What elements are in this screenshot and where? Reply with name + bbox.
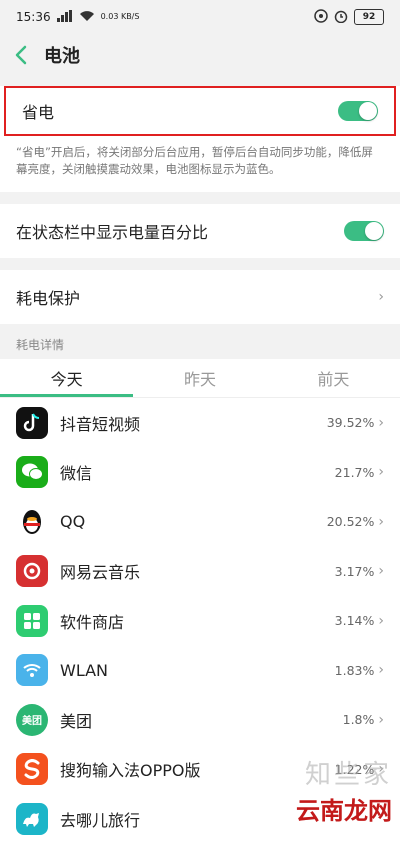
page-title: 电池 [44, 46, 80, 67]
watermark: 知些家 云南龙网 [296, 754, 392, 826]
tab-today[interactable]: 今天 [0, 359, 134, 397]
alarm-icon [314, 8, 328, 26]
status-bar: 15:36 0.03 KB/S 92 [0, 0, 400, 34]
day-tabs: 今天 昨天 前天 [0, 359, 400, 398]
list-item[interactable]: QQ 20.52% › [0, 497, 400, 547]
chevron-right-icon: › [378, 513, 384, 530]
back-arrow-icon[interactable] [14, 44, 36, 66]
list-item[interactable]: 抖音短视频 39.52% › [0, 398, 400, 448]
wifi-status-icon [79, 10, 95, 25]
wifi-icon [16, 654, 48, 687]
app-percent: 20.52% [326, 514, 375, 530]
show-percentage-row[interactable]: 在状态栏中显示电量百分比 [0, 204, 400, 258]
meituan-icon: 美团 [16, 703, 48, 736]
list-item[interactable]: 软件商店 3.14% › [0, 596, 400, 646]
power-saving-toggle[interactable] [338, 101, 378, 121]
power-saving-label: 省电 [22, 103, 55, 122]
chevron-right-icon: › [378, 711, 384, 728]
app-bar: 电池 [0, 34, 400, 76]
power-saving-card: 省电 “省电”开启后，将关闭部分后台应用，暂停后台自动同步功能，降低屏幕亮度，关… [0, 86, 400, 192]
app-percent: 1.8% [342, 712, 375, 728]
wechat-icon [16, 456, 48, 489]
app-name: 搜狗输入法OPPO版 [60, 761, 201, 781]
chevron-right-icon: › [378, 612, 384, 629]
app-name: 抖音短视频 [60, 414, 141, 434]
list-item[interactable]: 网易云音乐 3.17% › [0, 546, 400, 596]
svg-text:美团: 美团 [22, 714, 42, 727]
show-percentage-toggle[interactable] [344, 221, 384, 241]
show-percentage-label: 在状态栏中显示电量百分比 [16, 223, 209, 242]
app-name: QQ [60, 512, 86, 532]
battery-indicator: 92 [354, 9, 384, 25]
app-percent: 3.17% [334, 563, 375, 579]
power-saving-description: “省电”开启后，将关闭部分后台应用，暂停后台自动同步功能，降低屏幕亮度，关闭触摸… [0, 136, 400, 192]
netease-music-icon [16, 555, 48, 588]
net-speed: 0.03 KB/S [100, 12, 140, 21]
power-saving-row[interactable]: 省电 [4, 86, 396, 136]
app-name: WLAN [60, 660, 109, 680]
chevron-right-icon: › [378, 414, 384, 431]
list-item[interactable]: 美团 美团 1.8% › [0, 695, 400, 745]
signal-icon [56, 9, 73, 25]
tab-yesterday[interactable]: 昨天 [133, 359, 266, 397]
app-name: 美团 [60, 711, 93, 731]
app-percent: 21.7% [334, 464, 375, 480]
chevron-right-icon: › [378, 563, 384, 580]
qq-penguin-icon [16, 505, 48, 538]
qunar-icon [16, 802, 48, 835]
protection-card: 耗电保护 › [0, 270, 400, 324]
app-percent: 39.52% [326, 415, 375, 431]
details-section-label: 耗电详情 [0, 324, 400, 359]
protection-label: 耗电保护 [16, 289, 81, 308]
app-name: 微信 [60, 464, 93, 484]
app-percent: 1.83% [334, 662, 375, 678]
chevron-right-icon: › [378, 662, 384, 679]
protection-row[interactable]: 耗电保护 › [0, 270, 400, 324]
chevron-right-icon: › [378, 464, 384, 481]
tab-day-before[interactable]: 前天 [267, 359, 400, 397]
chevron-right-icon: › [378, 289, 384, 305]
app-name: 软件商店 [60, 612, 125, 632]
sogou-icon [16, 753, 48, 786]
list-item[interactable]: WLAN 1.83% › [0, 645, 400, 695]
clock-icon [334, 9, 348, 26]
watermark-logo: 知些家 [304, 760, 392, 790]
douyin-icon [16, 406, 48, 439]
app-percent: 3.14% [334, 613, 375, 629]
status-time: 15:36 [16, 10, 51, 24]
watermark-site: 云南龙网 [296, 797, 392, 825]
app-store-icon [16, 604, 48, 637]
app-name: 网易云音乐 [60, 563, 141, 583]
show-percentage-card: 在状态栏中显示电量百分比 [0, 204, 400, 258]
list-item[interactable]: 微信 21.7% › [0, 447, 400, 497]
